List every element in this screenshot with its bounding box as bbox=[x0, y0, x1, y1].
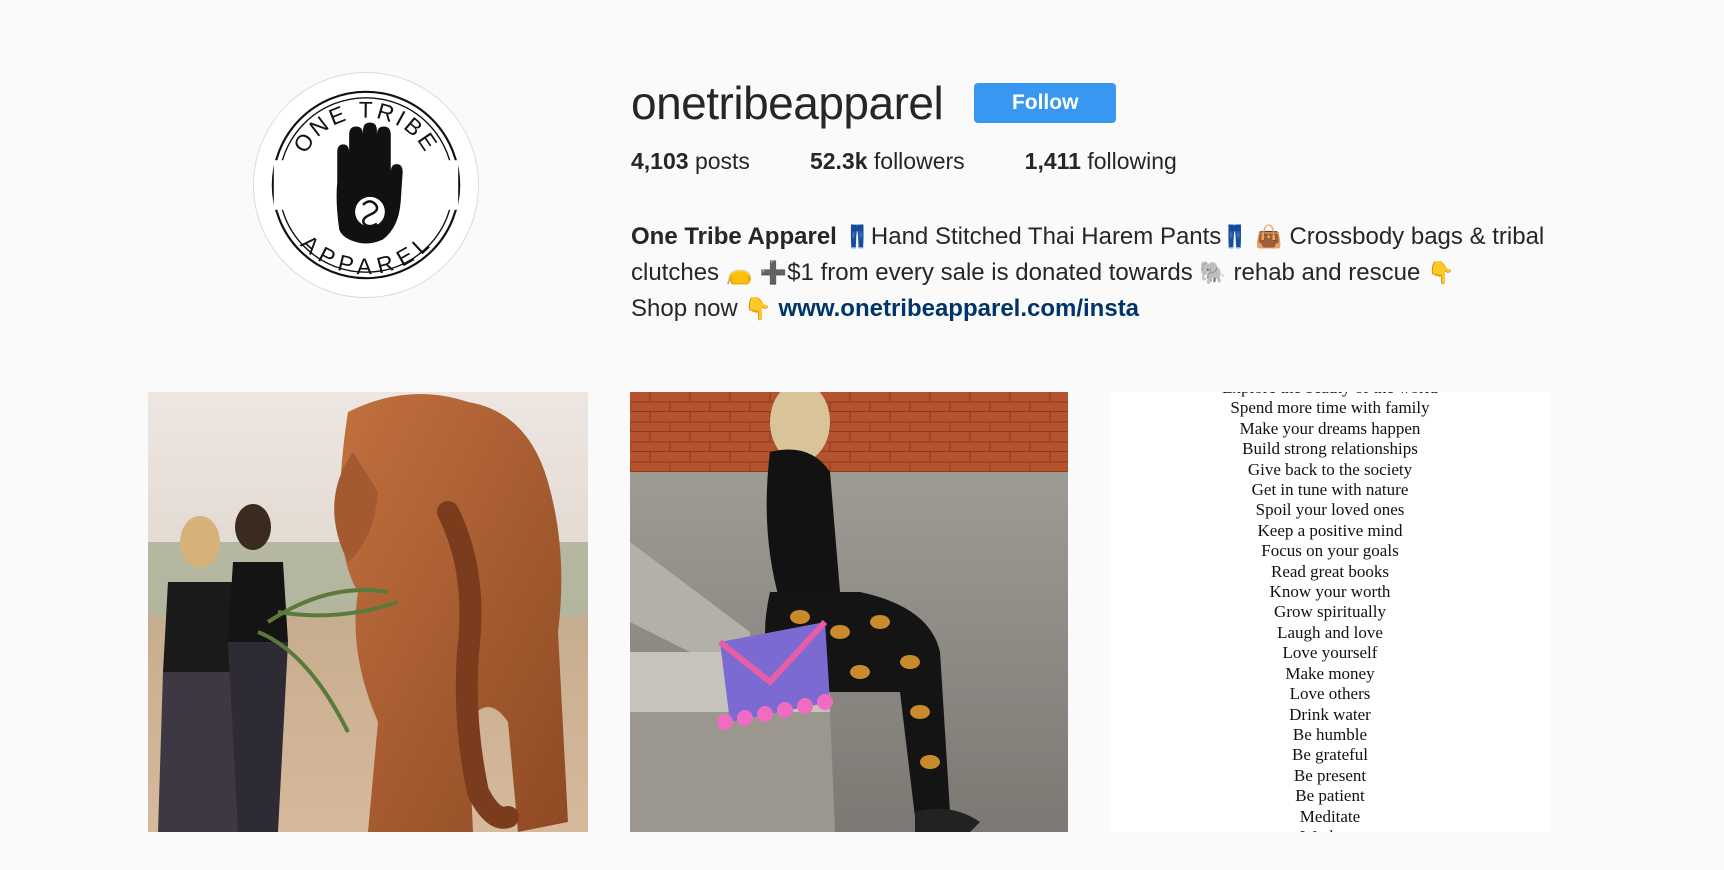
posts-label: posts bbox=[694, 148, 750, 174]
text-list-line: Know your worth bbox=[1269, 582, 1391, 602]
plus-icon: ➕ bbox=[759, 260, 788, 285]
text-list-line: Workout bbox=[1110, 827, 1550, 832]
jeans-icon: 👖 bbox=[843, 224, 871, 249]
woman-sitting-elephant-pants-photo bbox=[630, 392, 1068, 832]
text-list-line: Build strong relationships bbox=[1242, 439, 1418, 459]
point-down-icon: 👇 bbox=[744, 296, 772, 321]
post-thumbnail-text-list[interactable]: Explore the beauty of the worldSpend mor… bbox=[1110, 392, 1550, 832]
profile-bio: One Tribe Apparel 👖Hand Stitched Thai Ha… bbox=[631, 219, 1571, 327]
following-label: following bbox=[1087, 148, 1177, 174]
text-list-line: Make money bbox=[1285, 663, 1375, 683]
elephant-icon: 🐘 bbox=[1199, 260, 1227, 285]
text-list-line: Be present bbox=[1293, 765, 1367, 785]
post-thumbnail-elephant[interactable] bbox=[148, 392, 588, 832]
username: onetribeapparel bbox=[631, 77, 944, 129]
profile-avatar[interactable]: ONE TRIBE APPAREL bbox=[253, 72, 479, 298]
text-list-line: Give back to the society bbox=[1247, 459, 1413, 479]
text-list-image: Explore the beauty of the worldSpend mor… bbox=[1110, 392, 1550, 832]
women-feeding-elephant-photo bbox=[148, 392, 588, 832]
one-tribe-logo: ONE TRIBE APPAREL bbox=[271, 90, 461, 280]
title-row: onetribeapparel Follow bbox=[631, 78, 1237, 128]
text-list-line: Grow spiritually bbox=[1274, 602, 1386, 622]
handbag-icon: 👜 bbox=[1255, 224, 1283, 249]
follow-button[interactable]: Follow bbox=[974, 83, 1117, 123]
hamsa-hand-icon bbox=[336, 122, 403, 244]
bio-text-pants: Hand Stitched Thai Harem Pants bbox=[870, 223, 1222, 250]
text-list-line: Make your dreams happen bbox=[1239, 418, 1421, 438]
following-stat[interactable]: 1,411 following bbox=[1025, 148, 1177, 175]
jeans-icon: 👖 bbox=[1221, 224, 1249, 249]
text-list-line: Be grateful bbox=[1292, 745, 1368, 765]
following-count: 1,411 bbox=[1024, 148, 1081, 174]
bio-text-rescue: rehab and rescue bbox=[1233, 259, 1421, 286]
profile-header: onetribeapparel Follow 4,103 posts 52.3k… bbox=[631, 78, 1237, 175]
pouch-icon: 👝 bbox=[725, 260, 754, 285]
text-list-line: Spoil your loved ones bbox=[1255, 500, 1405, 520]
followers-stat[interactable]: 52.3k followers bbox=[810, 148, 965, 175]
posts-count: 4,103 bbox=[631, 148, 689, 174]
text-list-line: Keep a positive mind bbox=[1257, 520, 1403, 540]
text-list-line: Be patient bbox=[1295, 786, 1365, 806]
followers-label: followers bbox=[873, 148, 965, 174]
text-list-line: Be humble bbox=[1292, 724, 1368, 744]
post-thumbnail-harem-pants[interactable] bbox=[630, 392, 1068, 832]
profile-stats: 4,103 posts 52.3k followers 1,411 follow… bbox=[631, 148, 1237, 175]
text-list-line: Love yourself bbox=[1282, 643, 1378, 663]
bio-name: One Tribe Apparel bbox=[631, 223, 837, 250]
posts-stat: 4,103 posts bbox=[631, 148, 750, 175]
bio-text-shop: Shop now bbox=[631, 295, 738, 322]
text-list-line: Meditate bbox=[1299, 806, 1361, 826]
text-list-line: Focus on your goals bbox=[1261, 541, 1399, 561]
text-list-line: Get in tune with nature bbox=[1251, 480, 1409, 500]
text-list-line: Spend more time with family bbox=[1230, 398, 1430, 418]
text-list-line: Laugh and love bbox=[1277, 622, 1383, 642]
text-list-line: Drink water bbox=[1289, 704, 1371, 724]
text-list-line: Read great books bbox=[1270, 561, 1390, 581]
followers-count: 52.3k bbox=[809, 148, 868, 174]
point-down-icon: 👇 bbox=[1426, 260, 1455, 285]
bio-website-link[interactable]: www.onetribeapparel.com/insta bbox=[779, 295, 1140, 322]
text-list-line: Love others bbox=[1289, 684, 1371, 704]
bio-text-donation: $1 from every sale is donated towards bbox=[787, 259, 1193, 286]
